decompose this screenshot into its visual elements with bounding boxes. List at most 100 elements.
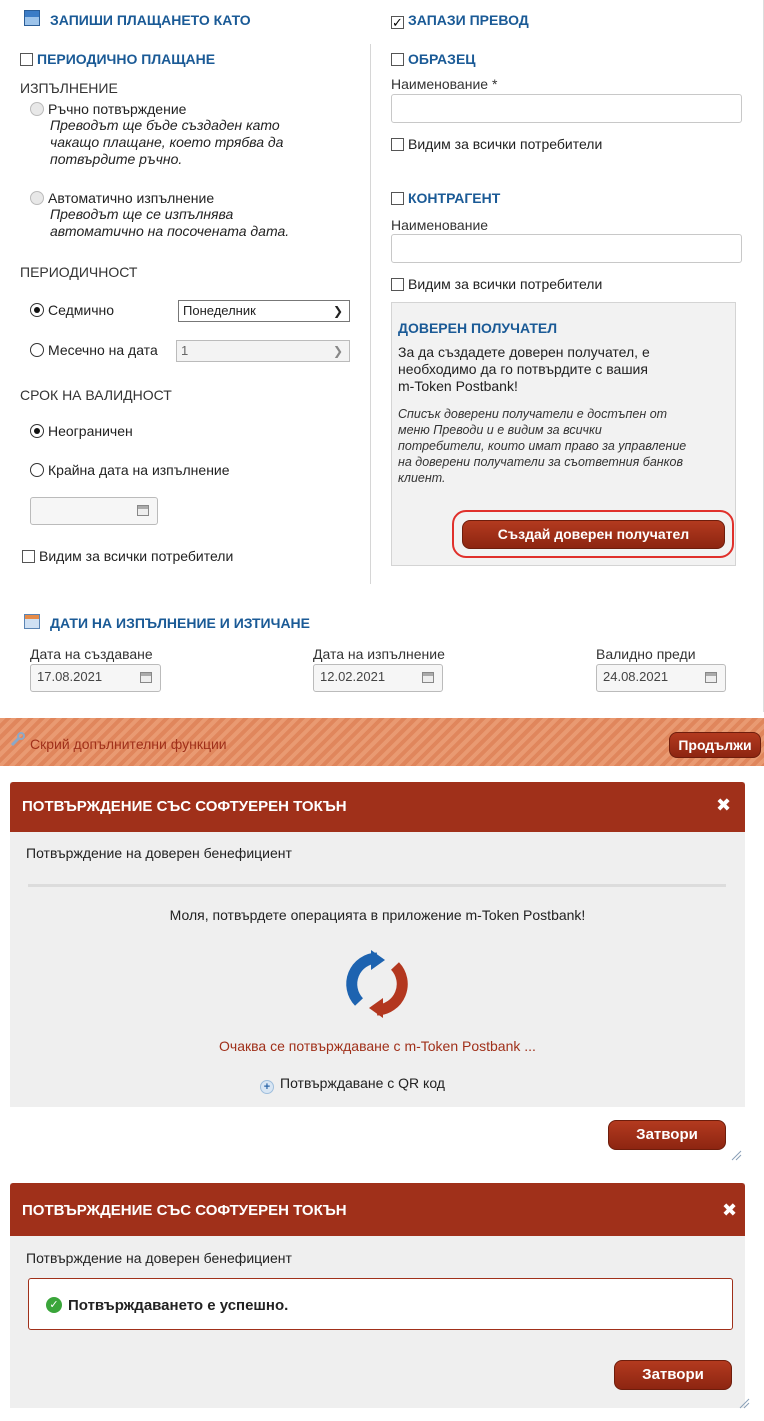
calendar-grid-icon — [24, 614, 40, 629]
auto-desc-1: Преводът ще се изпълнява — [50, 206, 234, 222]
validity-heading: СРОК НА ВАЛИДНОСТ — [20, 387, 172, 403]
dialog2-subtitle: Потвърждение на доверен бенефициент — [26, 1250, 292, 1266]
counterparty-row[interactable]: КОНТРАГЕНТ — [391, 190, 500, 206]
template-visible-row[interactable]: Видим за всички потребители — [391, 136, 602, 152]
success-check-icon: ✓ — [46, 1297, 62, 1313]
counterparty-checkbox[interactable] — [391, 192, 404, 205]
execution-date-input[interactable]: 12.02.2021 — [313, 664, 443, 692]
save-icon — [24, 10, 40, 26]
end-date-label: Крайна дата на изпълнение — [48, 462, 230, 478]
monthday-select[interactable]: 1 ❯ — [176, 340, 350, 362]
valid-date-label: Валидно преди — [596, 646, 696, 662]
periodicity-heading: ПЕРИОДИЧНОСТ — [20, 264, 138, 280]
trusted-recipient-note: Списък доверени получатели е достъпен от… — [398, 406, 730, 486]
save-transfer-row[interactable]: ЗАПАЗИ ПРЕВОД — [391, 12, 529, 29]
dialog1-title: ПОТВЪРЖДЕНИЕ СЪС СОФТУЕРЕН ТОКЪН — [22, 798, 347, 815]
save-transfer-checkbox[interactable] — [391, 16, 404, 29]
manual-desc-3: потвърдите ръчно. — [50, 151, 183, 167]
waiting-status: Очаква се потвърждаване с m-Token Postba… — [219, 1038, 536, 1054]
calendar-icon[interactable] — [137, 505, 149, 516]
created-date-value: 17.08.2021 — [37, 669, 103, 684]
weekday-select[interactable]: Понеделник ❯ — [178, 300, 350, 322]
trusted-recipient-text: За да създадете доверен получател, е нео… — [398, 344, 730, 395]
dialog1-close-button[interactable]: Затвори — [608, 1120, 726, 1150]
end-date-option[interactable]: Крайна дата на изпълнение — [30, 462, 230, 478]
trusted-text-1: За да създадете доверен получател, е — [398, 344, 650, 360]
periodic-checkbox[interactable] — [20, 53, 33, 66]
template-checkbox[interactable] — [391, 53, 404, 66]
execution-date-value: 12.02.2021 — [320, 669, 386, 684]
save-transfer-title: ЗАПАЗИ ПРЕВОД — [408, 12, 529, 28]
trusted-note-3: потребители, които имат право за управле… — [398, 439, 687, 453]
monthday-select-value: 1 — [181, 343, 189, 358]
unlimited-radio[interactable] — [30, 424, 44, 438]
calendar-icon[interactable] — [705, 672, 717, 683]
qr-confirm-label: Потвърждаване с QR код — [280, 1075, 445, 1091]
resize-handle-icon[interactable] — [738, 1396, 750, 1409]
counterparty-name-label: Наименование — [391, 217, 489, 233]
execution-date-label: Дата на изпълнение — [313, 646, 445, 662]
manual-desc-1: Преводът ще бъде създаден като — [50, 117, 280, 133]
dialog1-subtitle: Потвърждение на доверен бенефициент — [26, 845, 292, 861]
trusted-text-3: m-Token Postbank! — [398, 378, 518, 394]
auto-desc-2: автоматично на посочената дата. — [50, 223, 290, 239]
valid-date-value: 24.08.2021 — [603, 669, 669, 684]
close-icon[interactable]: ✖ — [716, 795, 731, 816]
template-label: ОБРАЗЕЦ — [408, 51, 476, 67]
chevron-down-icon: ❯ — [332, 344, 343, 358]
end-date-input[interactable] — [30, 497, 158, 525]
trusted-note-2: меню Преводи и е видим за всички — [398, 423, 602, 437]
auto-title: Автоматично изпълнение — [48, 190, 215, 206]
template-visible-label: Видим за всички потребители — [408, 136, 603, 152]
column-divider — [370, 44, 371, 584]
create-trusted-recipient-button[interactable]: Създай доверен получател — [462, 520, 725, 549]
trusted-note-1: Списък доверени получатели е достъпен от — [398, 407, 668, 421]
sync-icon — [341, 948, 413, 1020]
created-date-label: Дата на създаване — [30, 646, 153, 662]
save-as-title: ЗАПИШИ ПЛАЩАНЕТО КАТО — [50, 12, 251, 28]
template-row[interactable]: ОБРАЗЕЦ — [391, 51, 476, 67]
weekday-select-value: Понеделник — [183, 303, 256, 318]
monthly-radio[interactable] — [30, 343, 44, 357]
trusted-note-4: на доверени получатели за съответния бан… — [398, 455, 684, 469]
periodic-checkbox-row[interactable]: ПЕРИОДИЧНО ПЛАЩАНЕ — [20, 51, 215, 67]
valid-date-input[interactable]: 24.08.2021 — [596, 664, 726, 692]
auto-radio[interactable] — [30, 191, 44, 205]
counterparty-visible-checkbox[interactable] — [391, 278, 404, 291]
dialog1-message: Моля, потвърдете операцията в приложение… — [169, 907, 586, 923]
periodic-label: ПЕРИОДИЧНО ПЛАЩАНЕ — [37, 51, 216, 67]
auto-option[interactable]: Автоматично изпълнение Преводът ще се из… — [30, 190, 350, 240]
unlimited-option[interactable]: Неограничен — [30, 423, 133, 439]
manual-desc-2: чакащо плащане, което трябва да — [50, 134, 284, 150]
template-name-input[interactable] — [391, 94, 742, 123]
counterparty-visible-label: Видим за всички потребители — [408, 276, 603, 292]
template-name-label: Наименование * — [391, 76, 498, 92]
manual-radio[interactable] — [30, 102, 44, 116]
left-visible-checkbox[interactable] — [22, 550, 35, 563]
continue-button[interactable]: Продължи — [669, 732, 761, 758]
created-date-input[interactable]: 17.08.2021 — [30, 664, 161, 692]
weekly-option[interactable]: Седмично — [30, 302, 114, 318]
qr-confirm-link[interactable]: + Потвърждаване с QR код — [260, 1075, 445, 1094]
calendar-icon[interactable] — [140, 672, 152, 683]
close-icon[interactable]: ✖ — [722, 1200, 737, 1221]
template-visible-checkbox[interactable] — [391, 138, 404, 151]
plus-icon: + — [260, 1080, 274, 1094]
monthly-option[interactable]: Месечно на дата — [30, 342, 158, 358]
trusted-note-5: клиент. — [398, 471, 446, 485]
left-visible-row[interactable]: Видим за всички потребители — [22, 548, 233, 564]
weekly-radio[interactable] — [30, 303, 44, 317]
success-message: Потвърждаването е успешно. — [68, 1297, 289, 1314]
counterparty-visible-row[interactable]: Видим за всички потребители — [391, 276, 602, 292]
manual-option[interactable]: Ръчно потвърждение Преводът ще бъде създ… — [30, 101, 350, 168]
trusted-recipient-title: ДОВЕРЕН ПОЛУЧАТЕЛ — [398, 320, 558, 336]
hide-functions-link[interactable]: Скрий допълнителни функции — [30, 736, 227, 752]
calendar-icon[interactable] — [422, 672, 434, 683]
counterparty-label: КОНТРАГЕНТ — [408, 190, 501, 206]
resize-handle-icon[interactable] — [730, 1148, 742, 1161]
dialog2-title: ПОТВЪРЖДЕНИЕ СЪС СОФТУЕРЕН ТОКЪН — [22, 1202, 347, 1219]
counterparty-name-input[interactable] — [391, 234, 742, 263]
dialog2-close-button[interactable]: Затвори — [614, 1360, 732, 1390]
wrench-icon — [10, 731, 26, 747]
end-date-radio[interactable] — [30, 463, 44, 477]
